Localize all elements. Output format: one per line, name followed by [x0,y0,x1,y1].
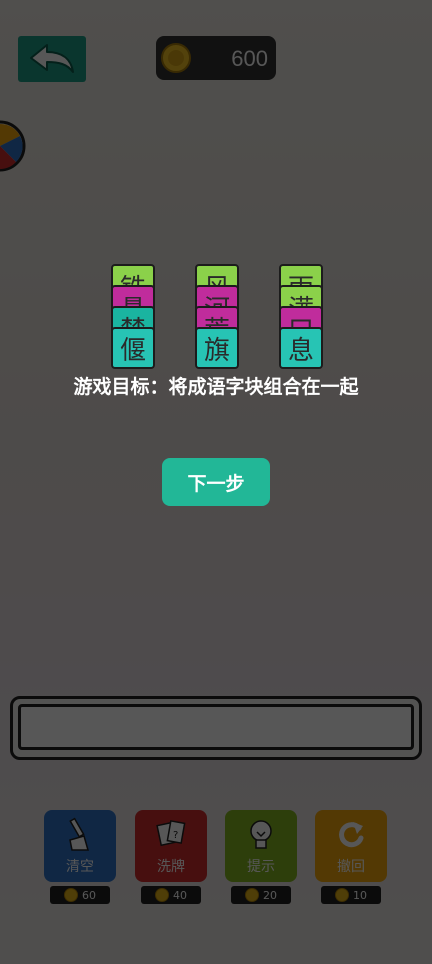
idiom-tile[interactable]: 息 [279,327,323,369]
idiom-tile[interactable]: 旗 [195,327,239,369]
tile-stack-left[interactable]: 铁 悬 楚 偃 [111,264,157,374]
idiom-tile[interactable]: 偃 [111,327,155,369]
tile-stack-middle[interactable]: 风 河 荒 旗 [195,264,241,374]
tutorial-goal-text: 游戏目标：将成语字块组合在一起 [73,376,359,398]
tile-stack-right[interactable]: 雨 满 口 息 [279,264,325,374]
next-step-button[interactable]: 下一步 [162,458,270,506]
